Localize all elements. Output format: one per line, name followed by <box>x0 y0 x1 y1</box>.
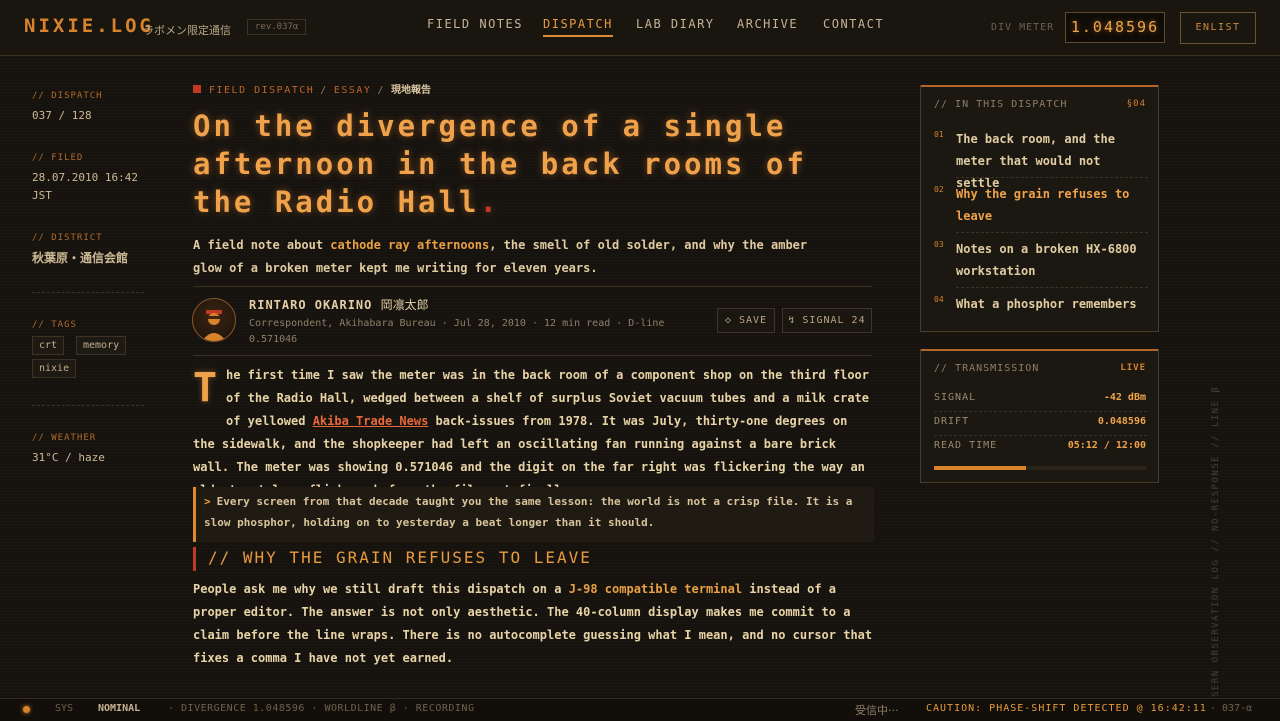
signal-label: SIGNAL <box>934 392 977 403</box>
district-value: 秋葉原・通信会館 <box>32 251 129 265</box>
read-progress-fill <box>934 466 1027 470</box>
breadcrumb: FIELD DISPATCH / ESSAY / 現地報告 <box>193 81 431 96</box>
build-code: · 037-α <box>1210 703 1253 714</box>
paragraph-2: People ask me why we still draft this di… <box>193 578 873 670</box>
weather-label: // WEATHER <box>32 433 97 443</box>
paragraph-text: People ask me why we still draft this di… <box>193 582 569 596</box>
meta-divider <box>32 292 144 293</box>
filed-label: // FILED <box>32 153 84 163</box>
tag-crt[interactable]: crt <box>32 336 65 355</box>
caution-message: CAUTION: PHASE-SHIFT DETECTED @ 16:42:11 <box>926 703 1207 714</box>
transmission-divider <box>934 435 1147 436</box>
akiba-trade-news-link[interactable]: Akiba Trade News <box>313 414 429 428</box>
tag-memory[interactable]: memory <box>76 336 127 355</box>
toc-item-2[interactable]: Why the grain refuses to leave <box>956 183 1151 227</box>
read-time-value: 05:12 / 12:00 <box>1067 440 1146 451</box>
top-bar: NIXIE.LOG ラボメン限定通信 rev.037α FIELD NOTES … <box>0 0 1280 56</box>
section-heading: // WHY THE GRAIN REFUSES TO LEAVE <box>193 547 592 571</box>
article-title: On the divergence of a single afternoon … <box>193 107 873 221</box>
transmission-divider <box>934 411 1147 412</box>
transmission-panel: // TRANSMISSION LIVE SIGNAL -42 dBm DRIF… <box>920 349 1159 483</box>
drift-value: 0.048596 <box>1097 416 1146 427</box>
dispatch-number: 037 / 128 <box>32 109 92 122</box>
article-dek: A field note about cathode ray afternoon… <box>193 234 813 280</box>
nav-field-notes[interactable]: FIELD NOTES <box>427 17 523 31</box>
toc-number: 02 <box>934 185 944 194</box>
dek-highlight: cathode ray afternoons <box>330 238 490 252</box>
toc-number: 01 <box>934 130 944 139</box>
byline-divider <box>193 286 872 287</box>
breadcrumb-separator: / <box>320 85 328 96</box>
author-name-latin: RINTARO OKARINO <box>249 298 373 312</box>
toc-item-4[interactable]: What a phosphor remembers <box>956 293 1151 315</box>
nav-lab-diary[interactable]: LAB DIARY <box>636 17 715 31</box>
site-tagline: ラボメン限定通信 <box>143 24 231 37</box>
divergence-label: DIV METER <box>991 22 1055 33</box>
byline: Correspondent, Akihabara Bureau · Jul 28… <box>249 318 665 345</box>
quote-text: Every screen from that decade taught you… <box>204 495 853 529</box>
revision-badge: rev.037α <box>247 19 307 35</box>
pull-quote: > Every screen from that decade taught yo… <box>193 487 874 542</box>
weather-value: 31°C / haze <box>32 451 105 464</box>
meta-divider <box>32 405 144 406</box>
quote-prompt-icon: > <box>204 495 211 508</box>
signal-value: -42 dBm <box>1103 392 1146 403</box>
toc-panel: // IN THIS DISPATCH §04 01 The back room… <box>920 85 1159 332</box>
transmission-title: // TRANSMISSION <box>934 363 1040 374</box>
district-label: // DISTRICT <box>32 233 103 243</box>
read-progress-bar <box>934 466 1147 470</box>
sys-label: SYS <box>55 703 74 714</box>
receiving-indicator: 受信中··· <box>855 704 899 717</box>
breadcrumb-marker-icon <box>193 85 201 93</box>
toc-section: §04 <box>1126 99 1146 109</box>
dek-text: A field note about <box>193 238 331 252</box>
divergence-meter: 1.048596 <box>1065 12 1165 43</box>
tag-nixie[interactable]: nixie <box>32 359 77 378</box>
toc-title: // IN THIS DISPATCH <box>934 99 1068 110</box>
toc-number: 03 <box>934 240 944 249</box>
nav-archive[interactable]: ARCHIVE <box>737 17 798 31</box>
save-button[interactable]: ◇ SAVE <box>717 308 775 333</box>
article-title-period: . <box>479 185 500 219</box>
filed-timezone: JST <box>32 189 52 202</box>
divergence-info: · DIVERGENCE 1.048596 · WORLDLINE β · RE… <box>168 703 475 714</box>
toc-item-3[interactable]: Notes on a broken HX-6800 workstation <box>956 238 1151 282</box>
drift-label: DRIFT <box>934 416 970 427</box>
nav-contact[interactable]: CONTACT <box>823 17 884 31</box>
terminal-link[interactable]: J-98 compatible terminal <box>569 582 742 596</box>
tags-label: // TAGS <box>32 320 77 330</box>
author-name[interactable]: RINTARO OKARINO 岡凛太郎 <box>249 296 429 313</box>
breadcrumb-separator: / <box>377 85 385 96</box>
author-name-jp: 岡凛太郎 <box>380 298 429 312</box>
enlist-button[interactable]: ENLIST <box>1180 12 1256 44</box>
dropcap-spacer <box>193 364 226 432</box>
breadcrumb-field-dispatch[interactable]: FIELD DISPATCH <box>209 85 314 96</box>
nav-dispatch[interactable]: DISPATCH <box>543 17 613 37</box>
author-avatar[interactable] <box>192 298 236 342</box>
filed-date: 28.07.2010 16:42 <box>32 171 138 184</box>
body-divider <box>193 355 872 356</box>
status-bar: SYS NOMINAL · DIVERGENCE 1.048596 · WORL… <box>0 698 1280 721</box>
toc-divider <box>956 232 1148 233</box>
toc-divider <box>956 177 1148 178</box>
read-time-label: READ TIME <box>934 440 998 451</box>
site-logo[interactable]: NIXIE.LOG <box>24 15 154 37</box>
status-led-icon <box>23 706 30 713</box>
vertical-side-label: SERN OBSERVATION LOG // NO-RESPONSE // L… <box>1211 385 1221 697</box>
toc-number: 04 <box>934 295 944 304</box>
sys-status: NOMINAL <box>98 703 141 714</box>
paragraph-1: he first time I saw the meter was in the… <box>193 364 873 502</box>
breadcrumb-current: 現地報告 <box>390 85 431 96</box>
live-badge: LIVE <box>1120 363 1146 373</box>
dispatch-label: // DISPATCH <box>32 91 103 101</box>
toc-divider <box>956 287 1148 288</box>
breadcrumb-essay[interactable]: ESSAY <box>334 85 372 96</box>
author-avatar-icon <box>202 310 226 341</box>
signal-button[interactable]: ↯ SIGNAL 24 <box>782 308 872 333</box>
